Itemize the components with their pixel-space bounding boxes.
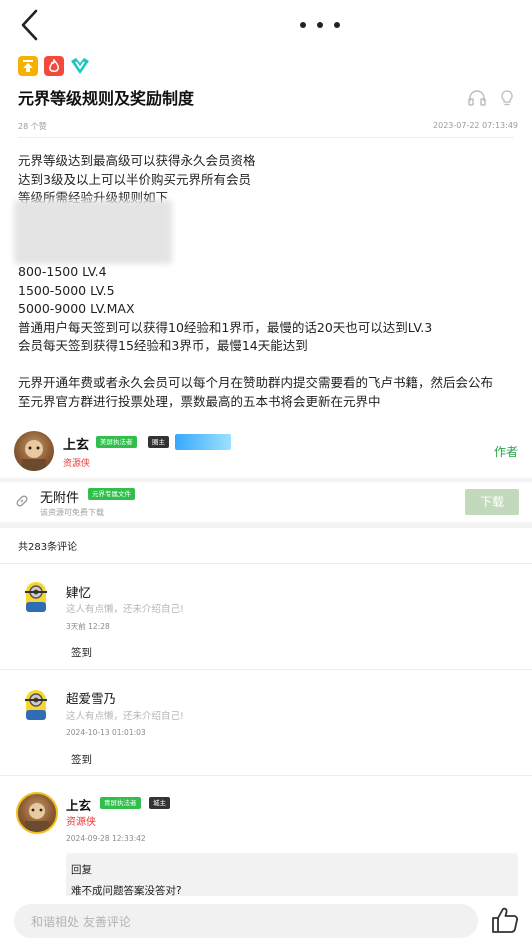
attachment-title: 无附件 xyxy=(40,491,80,506)
comment-text: 签到 xyxy=(71,754,92,766)
commenter-intro: 这人有点懒，还未介绍自己! xyxy=(66,711,184,722)
commenter-avatar[interactable] xyxy=(20,580,52,614)
post-datetime: 2023-07-22 07:13:49 xyxy=(433,121,518,130)
owner-badge: 城主 xyxy=(149,797,170,809)
vip-icon xyxy=(70,56,90,76)
commenter-name[interactable]: 上玄 xyxy=(66,795,91,814)
comment-placeholder: 和谐相处 友善评论 xyxy=(31,915,131,929)
comment-time: 2024-10-13 01:01:03 xyxy=(66,728,146,737)
author-name[interactable]: 上玄 xyxy=(63,434,89,453)
more-dots-icon[interactable] xyxy=(300,16,340,34)
decoration-badge xyxy=(175,434,231,450)
separator xyxy=(0,522,532,528)
author-label: 作者 xyxy=(493,445,518,459)
divider xyxy=(0,775,532,776)
commenter-name[interactable]: 肄忆 xyxy=(66,582,91,601)
hot-icon xyxy=(44,56,64,76)
reply-label: 回复 xyxy=(71,864,92,876)
body-line: 普通用户每天签到可以获得10经验和1界币，最慢的话20天也可以达到LV.3 xyxy=(18,319,433,335)
comment-time: 3天前 12:28 xyxy=(66,622,110,631)
link-icon xyxy=(16,495,28,507)
commenter-avatar[interactable] xyxy=(20,688,52,722)
back-chevron-icon[interactable] xyxy=(18,8,42,42)
owner-badge: 圈主 xyxy=(148,436,169,448)
post-body-bottom: 800-1500 LV.4 1500-5000 LV.5 5000-9000 L… xyxy=(18,263,522,411)
body-line: 达到3级及以上可以半价购买元界所有会员 xyxy=(18,171,251,187)
author-avatar[interactable] xyxy=(14,431,54,471)
author-subtitle: 资源侠 xyxy=(63,459,91,469)
body-line: 800-1500 LV.4 xyxy=(18,264,107,279)
commenter-intro: 这人有点懒，还未介绍自己! xyxy=(66,604,184,615)
body-line: 5000-9000 LV.MAX xyxy=(18,301,135,316)
like-count: 28 个赞 xyxy=(18,122,47,131)
body-line: 元界等级达到最高级可以获得永久会员资格 xyxy=(18,153,256,168)
commenter-avatar[interactable] xyxy=(16,792,58,834)
blurred-image xyxy=(14,200,172,264)
post-tags xyxy=(18,56,90,76)
divider xyxy=(0,563,532,564)
enforcer-badge: 美屏执法者 xyxy=(96,436,137,448)
post-title: 元界等级规则及奖励制度 xyxy=(18,89,195,108)
post-meta: 28 个赞 2023-07-22 07:13:49 xyxy=(18,121,518,132)
pin-icon xyxy=(18,56,38,76)
thumbs-up-icon[interactable] xyxy=(490,905,520,935)
commenter-name[interactable]: 超爱雪乃 xyxy=(66,688,116,707)
body-line: 1500-5000 LV.5 xyxy=(18,282,115,298)
comment-text: 签到 xyxy=(71,647,92,659)
divider xyxy=(0,669,532,670)
body-line: 元界开通年费或者永久会员可以每个月在赞助群内提交需要看的飞卢书籍，然后会公布 xyxy=(18,375,494,390)
lightbulb-icon[interactable] xyxy=(500,90,514,106)
comment-count: 共283条评论 xyxy=(18,542,78,553)
top-bar xyxy=(0,0,532,50)
enforcer-badge: 青屏执法者 xyxy=(100,797,141,809)
attachment-note: 该资源可免费下载 xyxy=(40,508,104,517)
body-line xyxy=(18,356,522,375)
commenter-subtitle: 资源侠 xyxy=(66,817,96,828)
title-actions xyxy=(468,90,514,106)
download-button[interactable]: 下载 xyxy=(465,489,519,515)
body-line: 至元界官方群进行投票处理，票数最高的五本书将会更新在元界中 xyxy=(18,393,381,409)
headset-icon[interactable] xyxy=(468,90,486,106)
comment-time: 2024-09-28 12:33:42 xyxy=(66,834,146,843)
body-line: 会员每天签到获得15经验和3界币，最慢14天能达到 xyxy=(18,338,308,353)
divider xyxy=(18,137,514,138)
exclusive-badge: 元界专属文件 xyxy=(88,488,135,500)
